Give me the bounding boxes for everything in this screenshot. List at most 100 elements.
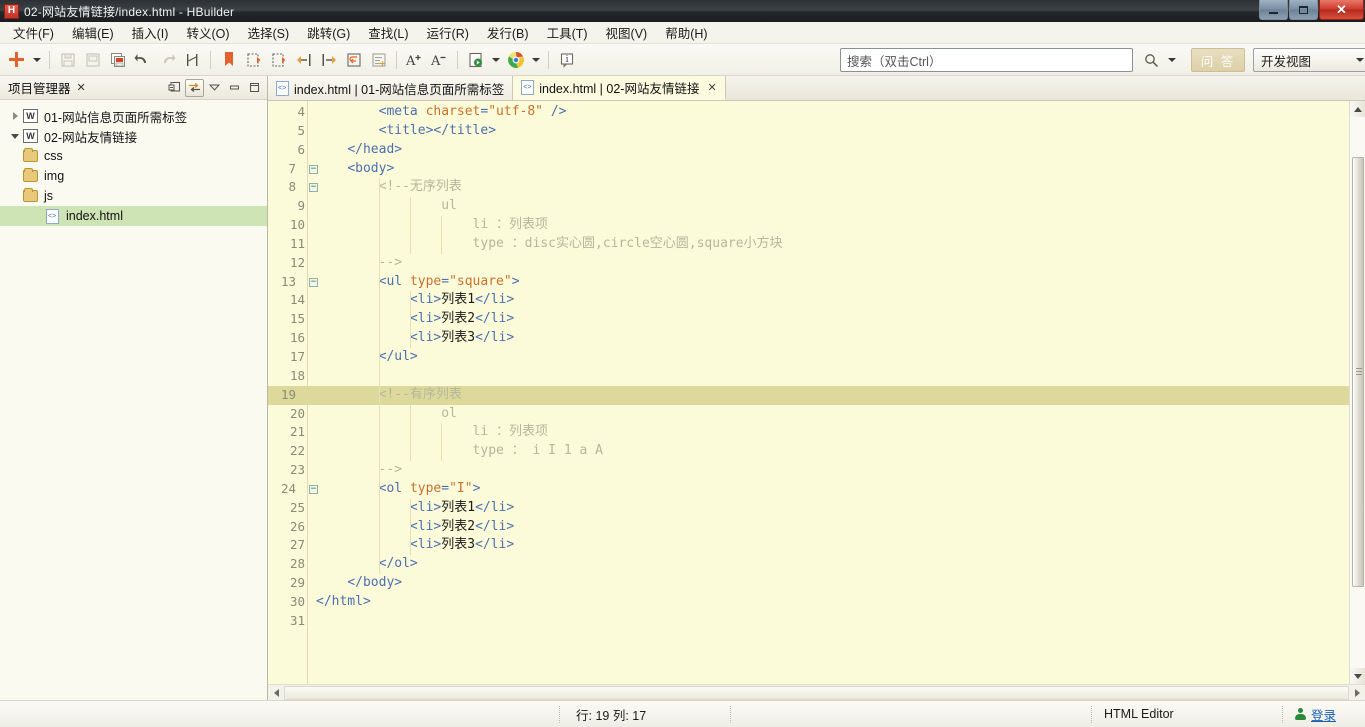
history-button[interactable] [180,47,205,72]
prev-bookmark-button[interactable] [241,47,266,72]
code-line[interactable]: <li>列表3</li> [308,329,1349,348]
menu-publish[interactable]: 发行(B) [478,21,538,44]
save-as-button[interactable] [80,47,105,72]
code-line[interactable]: <li>列表3</li> [308,536,1349,556]
run-in-browser-button[interactable] [503,47,528,72]
expand-arrow-icon[interactable] [8,112,22,120]
qa-button[interactable]: 问 答 [1191,48,1245,72]
tree-item-index-html[interactable]: index.html [0,206,267,226]
vertical-scroll-track[interactable] [1349,117,1365,668]
menu-insert[interactable]: 插入(I) [123,21,178,44]
code-line[interactable]: </body> [308,574,1349,593]
code-line[interactable]: <li>列表1</li> [308,291,1349,311]
maximize-button[interactable] [1289,0,1318,20]
search-dropdown-button[interactable] [1163,48,1181,72]
minimize-button[interactable] [1259,0,1288,20]
format-code-button[interactable] [366,47,391,72]
search-input-box[interactable]: 搜索（双击Ctrl） [840,48,1133,72]
code-line[interactable]: ul [308,197,1349,217]
login-area[interactable]: 登录 [1283,701,1348,727]
code-line[interactable]: type ：disc实心圆,circle空心圆,square小方块 [308,234,1349,254]
code-line[interactable]: <meta charset="utf-8" /> [308,103,1349,122]
menu-tools[interactable]: 工具(T) [538,21,597,44]
new-dropdown-button[interactable] [29,47,44,72]
scroll-up-button[interactable] [1349,101,1365,117]
save-button[interactable] [55,47,80,72]
code-line[interactable]: <!--有序列表 [308,385,1349,405]
tree-item-css[interactable]: css [0,146,267,166]
decrease-font-button[interactable]: A [427,47,452,72]
collapse-arrow-icon[interactable] [8,133,22,139]
code-line[interactable]: </ol> [308,555,1349,575]
menu-view[interactable]: 视图(V) [597,21,657,44]
code-line[interactable]: <title></title> [308,122,1349,141]
preview-button[interactable] [463,47,488,72]
search-button[interactable] [1139,48,1163,72]
menu-file[interactable]: 文件(F) [4,21,63,44]
code-line[interactable]: --> [308,461,1349,480]
redo-button[interactable] [155,47,180,72]
editor-tab-2[interactable]: index.html | 02-网站友情链接 ✕ [513,76,726,100]
project-panel-close-icon[interactable]: ✕ [77,81,86,94]
menu-escape[interactable]: 转义(O) [177,21,238,44]
scroll-right-button[interactable] [1349,685,1365,701]
code-line[interactable]: <ol type="I"> [308,479,1349,499]
menu-help[interactable]: 帮助(H) [656,21,716,44]
increase-font-button[interactable]: A [402,47,427,72]
editor-vertical-scrollbar[interactable] [1349,101,1365,684]
code-line[interactable] [308,612,1349,631]
code-line[interactable]: <li>列表2</li> [308,310,1349,330]
new-button[interactable] [4,47,29,72]
preview-dropdown-button[interactable] [488,47,503,72]
view-menu-button[interactable] [205,79,224,97]
menu-find[interactable]: 查找(L) [359,21,417,44]
code-line[interactable]: </html> [308,593,1349,612]
info-button[interactable]: i [554,47,579,72]
code-line[interactable]: <ul type="square"> [308,272,1349,292]
word-wrap-button[interactable] [341,47,366,72]
code-line[interactable]: <!--无序列表 [308,178,1349,198]
close-button[interactable]: ✕ [1319,0,1364,20]
code-line[interactable]: </ul> [308,347,1349,367]
perspective-selector[interactable]: 开发视图 [1253,48,1365,72]
tree-item-project-02[interactable]: W 02-网站友情链接 [0,126,267,146]
code-line[interactable]: <body> [308,160,1349,179]
code-line[interactable]: --> [308,253,1349,273]
link-with-editor-button[interactable] [185,78,204,97]
code-line[interactable]: </head> [308,141,1349,160]
code-content[interactable]: <meta charset="utf-8" /> <title></title>… [308,101,1349,684]
save-all-button[interactable] [105,47,130,72]
next-bookmark-button[interactable] [266,47,291,72]
scroll-down-button[interactable] [1349,668,1365,684]
maximize-panel-button[interactable] [245,79,264,97]
line-number: 5 [297,122,305,138]
browser-dropdown-button[interactable] [528,47,543,72]
login-link[interactable]: 登录 [1311,705,1336,724]
menu-edit[interactable]: 编辑(E) [63,21,123,44]
code-line[interactable]: li ：列表项 [308,423,1349,443]
code-line[interactable] [308,366,1349,386]
tree-item-js[interactable]: js [0,186,267,206]
bookmark-button[interactable] [216,47,241,72]
tree-item-project-01[interactable]: W 01-网站信息页面所需标签 [0,106,267,126]
minimize-panel-button[interactable] [225,79,244,97]
back-button[interactable] [291,47,316,72]
code-line[interactable]: <li>列表1</li> [308,498,1349,518]
menu-run[interactable]: 运行(R) [418,21,478,44]
code-line[interactable]: type ： i I 1 a A [308,442,1349,462]
tree-item-img[interactable]: img [0,166,267,186]
code-line[interactable]: ol [308,404,1349,424]
collapse-all-button[interactable] [165,79,184,97]
horizontal-scroll-track[interactable] [284,685,1349,700]
forward-button[interactable] [316,47,341,72]
menu-select[interactable]: 选择(S) [239,21,299,44]
undo-button[interactable] [130,47,155,72]
vertical-scroll-thumb[interactable] [1351,157,1364,587]
editor-tab-1[interactable]: index.html | 01-网站信息页面所需标签 [268,76,514,100]
scroll-left-button[interactable] [268,685,284,701]
code-line[interactable]: li ：列表项 [308,216,1349,235]
editor-horizontal-scrollbar[interactable] [268,684,1365,700]
code-line[interactable]: <li>列表2</li> [308,517,1349,537]
close-tab-icon[interactable]: ✕ [707,81,716,94]
menu-goto[interactable]: 跳转(G) [298,21,359,44]
